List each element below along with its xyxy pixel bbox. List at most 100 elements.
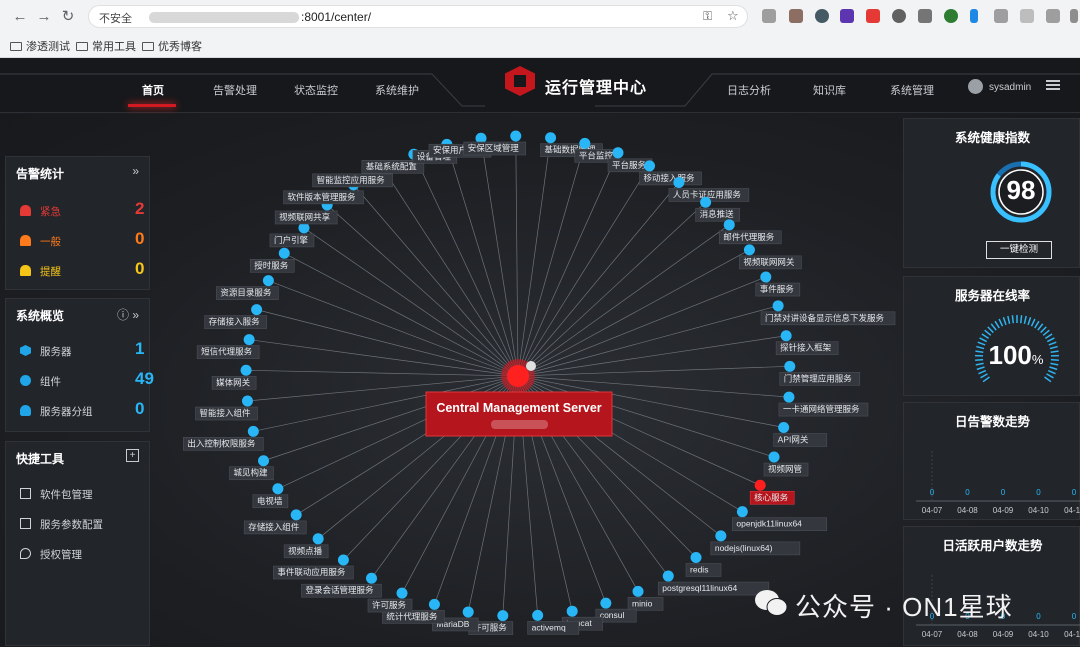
graph-node-dot	[769, 452, 780, 463]
graph-node-label: 媒体网关	[216, 377, 251, 387]
graph-node-label: 一卡通网络管理服务	[783, 404, 860, 414]
alarm-row-reminder[interactable]: 提醒 0	[20, 264, 61, 279]
cookie-extension-icon[interactable]	[789, 9, 803, 23]
bookmark-folder[interactable]: 渗透测试	[10, 38, 70, 54]
graph-node-label: 门户引擎	[274, 235, 309, 245]
graph-node[interactable]: 一卡通网络管理服务	[779, 392, 868, 417]
graph-node[interactable]: 视频点播	[284, 533, 328, 558]
graph-node-label: 移动接入服务	[644, 173, 696, 183]
gauge-tick	[1038, 324, 1043, 330]
translate-extension-icon[interactable]	[866, 9, 880, 23]
health-score: 98	[988, 175, 1054, 206]
one-click-check-button[interactable]: 一键检测	[986, 241, 1052, 259]
graph-node[interactable]: 门户引擎	[270, 222, 314, 247]
extension-icon[interactable]	[994, 9, 1008, 23]
tool-label: 授权管理	[40, 549, 82, 561]
graph-node-dot	[244, 334, 255, 345]
alarm-label: 紧急	[40, 206, 61, 218]
graph-node[interactable]: openjdk11linux64	[732, 506, 826, 531]
graph-node-label: 门禁管理应用服务	[784, 373, 853, 383]
system-overview-panel: 系统概览 ⓘ » 服务器 1 组件 49 服务器分组 0	[5, 298, 150, 432]
graph-node-label: 基础系统配置	[366, 161, 418, 171]
alarm-row-normal[interactable]: 一般 0	[20, 234, 61, 249]
download-icon[interactable]	[1046, 9, 1060, 23]
key-icon[interactable]: ⚿	[703, 9, 712, 24]
overview-row-groups[interactable]: 服务器分组 0	[20, 404, 93, 419]
puzzle-icon[interactable]	[1020, 9, 1034, 23]
cube-icon	[20, 345, 31, 356]
graph-node[interactable]: API网关	[774, 422, 827, 447]
add-icon[interactable]: +	[126, 449, 139, 462]
graph-node[interactable]: 门禁管理应用服务	[780, 361, 860, 386]
gauge-tick	[1041, 327, 1047, 333]
graph-node[interactable]: minio	[628, 586, 663, 611]
package-icon	[20, 488, 31, 499]
graph-node[interactable]: 事件服务	[756, 272, 800, 297]
extension-icon[interactable]	[918, 9, 932, 23]
graph-node[interactable]: 移动接入服务	[640, 160, 702, 185]
graph-node[interactable]: 门禁对讲设备显示信息下发服务	[761, 300, 895, 325]
overview-row-servers[interactable]: 服务器 1	[20, 344, 72, 359]
chart-tick-label: 04-08	[957, 630, 978, 639]
graph-node-label: 存储接入服务	[209, 317, 261, 327]
alarm-label: 一般	[40, 236, 61, 248]
graph-node-label: 邮件代理服务	[723, 232, 775, 242]
graph-node[interactable]: 出入控制权限服务	[183, 426, 263, 451]
profile-icon[interactable]	[1070, 9, 1078, 23]
back-icon[interactable]: ←	[10, 7, 30, 27]
star-icon[interactable]: ☆	[727, 8, 739, 24]
panel-title: 快捷工具	[16, 450, 64, 467]
center-node[interactable]: Central Management Server	[426, 359, 612, 436]
graph-node-label: 存储接入组件	[248, 522, 300, 532]
gauge-tick	[1045, 334, 1052, 338]
graph-node[interactable]: nodejs(linux64)	[711, 530, 800, 555]
overview-row-components[interactable]: 组件 49	[20, 374, 61, 389]
graph-node[interactable]: 媒体网关	[212, 365, 256, 390]
graph-node-dot	[279, 248, 290, 259]
address-bar[interactable]: 不安全 :8001/center/ ⚿ ☆	[88, 5, 748, 28]
bookmark-folder[interactable]: 常用工具	[76, 38, 136, 54]
bookmark-folder[interactable]: 优秀博客	[142, 38, 202, 54]
graph-node[interactable]: 视频联网网关	[739, 244, 801, 269]
graph-node[interactable]: 核心服务	[750, 480, 794, 505]
graph-node[interactable]: 授时服务	[250, 248, 294, 272]
gauge-tick	[981, 374, 988, 378]
chart-tick-label: 04-07	[922, 506, 943, 515]
graph-node[interactable]: redis	[686, 552, 721, 577]
gear-extension-icon[interactable]	[892, 9, 906, 23]
extension-icon[interactable]	[944, 9, 958, 23]
graph-node[interactable]: 存储接入服务	[205, 304, 267, 329]
folder-icon	[10, 42, 22, 51]
extension-icon[interactable]	[840, 9, 854, 23]
alarm-row-urgent[interactable]: 紧急 2	[20, 204, 61, 219]
chart-tick-label: 04-11	[1064, 506, 1080, 515]
reload-icon[interactable]: ↻	[58, 7, 78, 27]
graph-node[interactable]: 短信代理服务	[197, 334, 259, 359]
graph-node[interactable]: 智能接入组件	[195, 396, 257, 421]
info-expand-icon[interactable]: ⓘ »	[117, 306, 139, 323]
graph-node[interactable]: 安保区域管理	[464, 131, 526, 156]
graph-node[interactable]: 事件联动应用服务	[273, 555, 353, 580]
extension-icon[interactable]	[762, 9, 776, 23]
alarm-count: 0	[135, 229, 144, 249]
tool-service-params[interactable]: 服务参数配置	[20, 517, 103, 532]
graph-node-label: minio	[632, 598, 653, 608]
graph-node[interactable]: 存储接入组件	[244, 509, 306, 533]
graph-node[interactable]: 探针接入框架	[776, 330, 838, 355]
quick-tools-panel: 快捷工具 + 软件包管理 服务参数配置 授权管理	[5, 441, 150, 646]
graph-node[interactable]: 资源目录服务	[216, 275, 278, 300]
tool-license-mgmt[interactable]: 授权管理	[20, 547, 82, 562]
expand-icon[interactable]: »	[132, 164, 139, 178]
graph-node[interactable]: 邮件代理服务	[719, 219, 781, 244]
forward-icon[interactable]: →	[34, 7, 54, 27]
graph-node[interactable]: 城见构建	[230, 455, 274, 480]
extension-icon[interactable]	[815, 9, 829, 23]
bell-icon	[20, 265, 31, 276]
overview-count: 0	[135, 399, 144, 419]
alarm-label: 提醒	[40, 266, 61, 278]
graph-node[interactable]: 电视墙	[253, 483, 288, 508]
tool-package-mgmt[interactable]: 软件包管理	[20, 487, 93, 502]
wechat-icon	[754, 588, 788, 618]
location-extension-icon[interactable]	[970, 9, 978, 23]
graph-node[interactable]: 视频网管	[764, 452, 808, 477]
